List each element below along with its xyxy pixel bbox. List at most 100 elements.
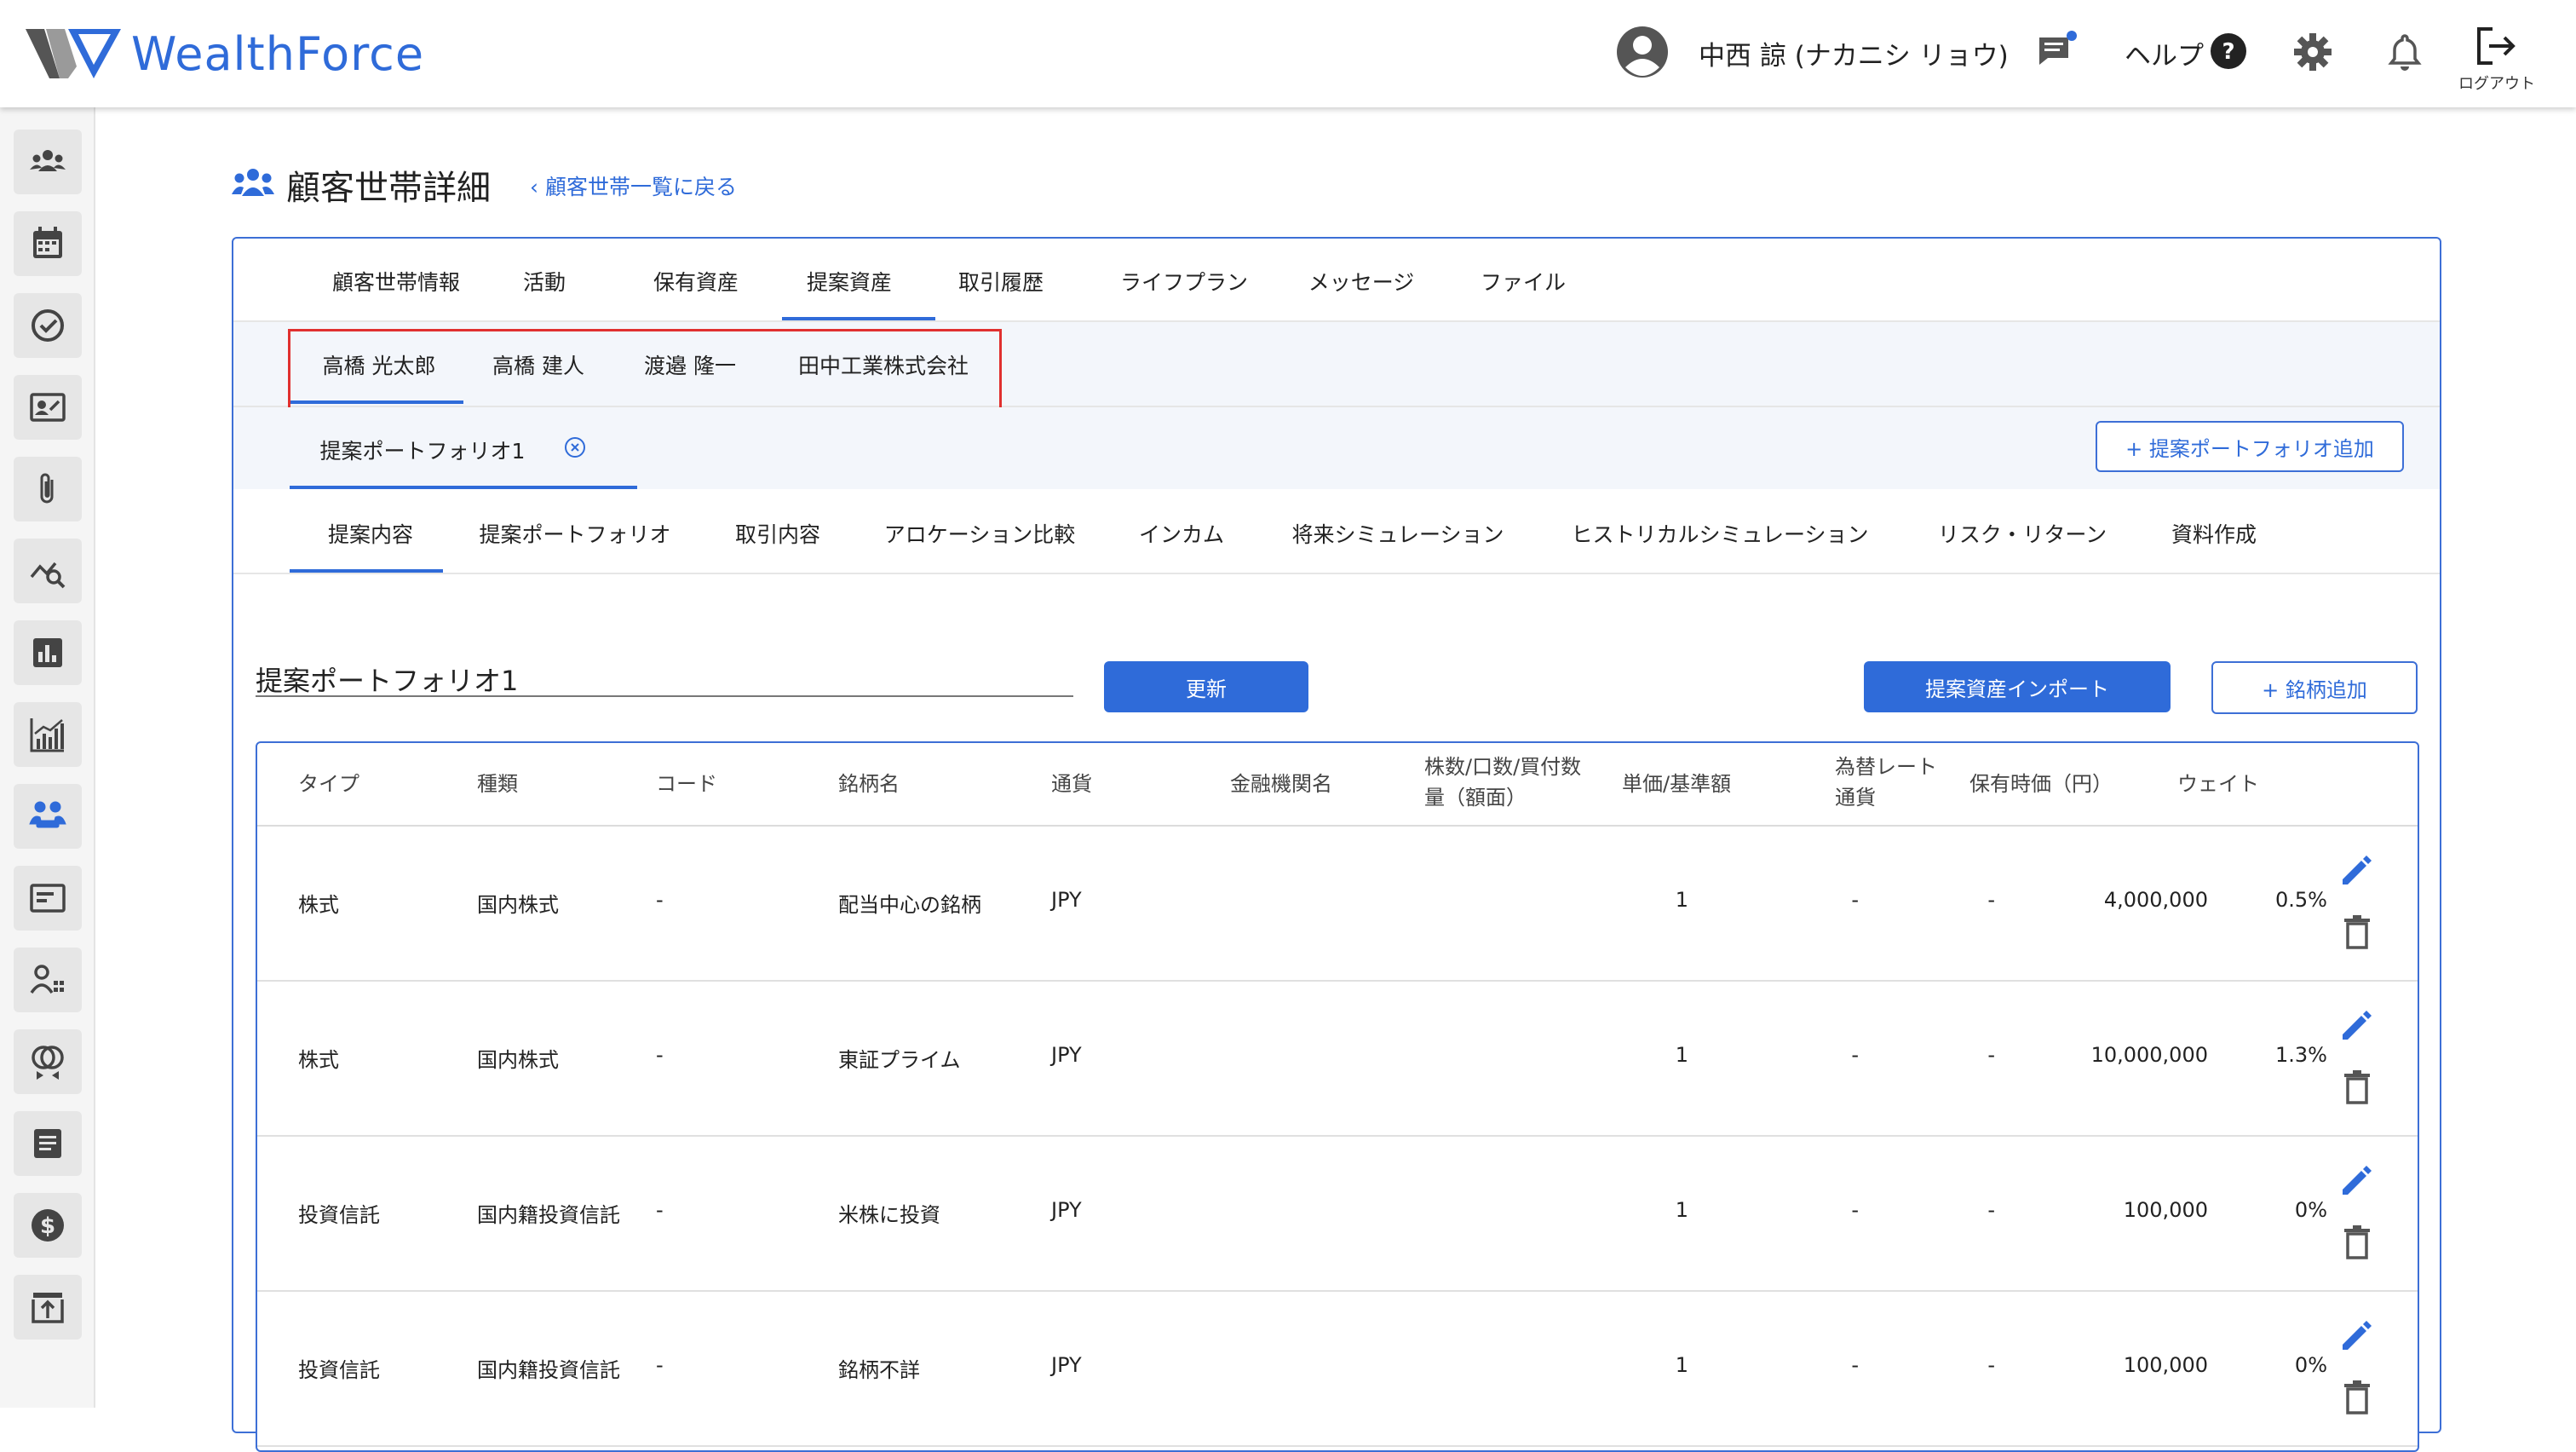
- tab-proposed-assets[interactable]: 提案資産: [802, 266, 896, 297]
- help-label[interactable]: ヘルプ: [2125, 34, 2204, 72]
- trash-icon[interactable]: [2341, 1224, 2373, 1261]
- portfolio-name-input[interactable]: 提案ポートフォリオ1: [256, 660, 1073, 697]
- main-tab-bar: 顧客世帯情報 活動 保有資産 提案資産 取引履歴 ライフプラン メッセージ ファ…: [233, 239, 2440, 322]
- household-detail-card: 顧客世帯情報 活動 保有資産 提案資産 取引履歴 ライフプラン メッセージ ファ…: [232, 237, 2441, 1452]
- sidebar-item-calendar[interactable]: [14, 211, 82, 276]
- sidebar-item-billing[interactable]: $: [14, 1193, 82, 1258]
- calendar-icon: [33, 227, 62, 258]
- sidebar-item-analysis[interactable]: [14, 539, 82, 603]
- chat-icon[interactable]: [2036, 31, 2079, 73]
- tab-files[interactable]: ファイル: [1475, 266, 1571, 297]
- help-icon[interactable]: ?: [2210, 32, 2247, 70]
- add-portfolio-button[interactable]: + 提案ポートフォリオ追加: [2096, 421, 2404, 472]
- cell-code: -: [656, 1043, 664, 1067]
- tab-future-simulation[interactable]: 将来シミュレーション: [1283, 518, 1513, 549]
- svg-text:$: $: [40, 1213, 55, 1239]
- logout-label[interactable]: ログアウト: [2458, 72, 2535, 94]
- sidebar-item-performance[interactable]: [14, 702, 82, 767]
- import-proposed-assets-button[interactable]: 提案資産インポート: [1864, 661, 2171, 712]
- back-to-list-link[interactable]: ‹ 顧客世帯一覧に戻る: [530, 170, 737, 201]
- sidebar-item-customers[interactable]: [14, 130, 82, 194]
- edit-icon[interactable]: [2337, 1317, 2375, 1355]
- trash-icon[interactable]: [2341, 1069, 2373, 1106]
- logout-icon[interactable]: [2474, 26, 2518, 66]
- col-name: 銘柄名: [838, 772, 900, 796]
- check-circle-icon: [32, 309, 64, 342]
- tab-risk-return[interactable]: リスク・リターン: [1929, 518, 2116, 549]
- edit-icon[interactable]: [2337, 1162, 2375, 1200]
- sidebar-item-reports[interactable]: [14, 620, 82, 685]
- trash-icon[interactable]: [2341, 913, 2373, 951]
- gear-icon[interactable]: [2291, 31, 2334, 73]
- cell-weight: 0%: [2294, 1353, 2327, 1377]
- household-icon: [29, 801, 66, 828]
- table-row: 投資信託 国内籍投資信託 - 米株に投資 JPY 1 - - 100,000 0…: [257, 1137, 2418, 1292]
- sidebar-item-users[interactable]: [14, 948, 82, 1012]
- tab-holdings[interactable]: 保有資産: [649, 266, 743, 297]
- upload-icon: [32, 1293, 64, 1323]
- cell-value: 100,000: [2123, 1198, 2208, 1222]
- edit-icon[interactable]: [2337, 1007, 2375, 1045]
- cell-value: 10,000,000: [2090, 1043, 2208, 1067]
- trash-icon[interactable]: [2341, 1379, 2373, 1416]
- user-avatar-icon[interactable]: [1615, 25, 1670, 79]
- tab-messages[interactable]: メッセージ: [1303, 266, 1419, 297]
- tab-portfolio-1[interactable]: 提案ポートフォリオ1: [315, 435, 530, 465]
- cell-weight: 0%: [2294, 1198, 2327, 1222]
- user-name[interactable]: 中西 諒 (ナカニシ リョウ): [1699, 34, 2009, 72]
- cell-kind: 国内籍投資信託: [477, 1358, 620, 1382]
- tab-proposal-portfolio[interactable]: 提案ポートフォリオ: [469, 518, 681, 549]
- cell-fx: -: [1987, 1043, 1995, 1067]
- cell-currency: JPY: [1051, 1353, 1082, 1377]
- sidebar-item-tasks[interactable]: [14, 293, 82, 358]
- document-icon: [34, 1129, 61, 1158]
- bell-icon[interactable]: [2383, 31, 2426, 73]
- sidebar-item-relations[interactable]: [14, 1029, 82, 1094]
- sidebar-item-upload[interactable]: [14, 1275, 82, 1340]
- add-stock-button[interactable]: + 銘柄追加: [2211, 661, 2418, 714]
- cell-name: 銘柄不詳: [838, 1358, 920, 1382]
- cell-name: 米株に投資: [838, 1203, 940, 1227]
- cell-type: 株式: [298, 1048, 339, 1072]
- cell-code: -: [656, 888, 664, 912]
- people-group-icon: [30, 150, 66, 171]
- tab-materials[interactable]: 資料作成: [2164, 518, 2264, 549]
- col-quantity: 株数/口数/買付数量（額面）: [1424, 755, 1582, 810]
- cell-kind: 国内籍投資信託: [477, 1203, 620, 1227]
- tab-transactions[interactable]: 取引履歴: [954, 266, 1048, 297]
- edit-icon[interactable]: [2337, 852, 2375, 890]
- col-institution: 金融機関名: [1230, 772, 1332, 796]
- cell-quantity: 1: [1675, 1198, 1688, 1222]
- col-currency: 通貨: [1051, 772, 1092, 796]
- sidebar-item-portal[interactable]: [14, 866, 82, 931]
- sidebar-item-documents[interactable]: [14, 1111, 82, 1176]
- col-code: コード: [656, 772, 717, 796]
- bar-report-icon: [33, 638, 62, 667]
- tab-trade-content[interactable]: 取引内容: [731, 518, 825, 549]
- dollar-icon: $: [32, 1209, 64, 1242]
- cell-fx: -: [1987, 888, 1995, 912]
- cell-type: 株式: [298, 893, 339, 917]
- cell-unit-price: -: [1851, 1198, 1859, 1222]
- tab-income[interactable]: インカム: [1135, 518, 1228, 549]
- tab-household-info[interactable]: 顧客世帯情報: [315, 266, 477, 297]
- sidebar-item-contacts[interactable]: [14, 375, 82, 440]
- web-page-icon: [30, 884, 66, 913]
- logo-text: WealthForce: [131, 26, 425, 81]
- sidebar-item-households[interactable]: [14, 784, 82, 849]
- app-logo[interactable]: WealthForce: [26, 24, 424, 84]
- rings-icon: [32, 1046, 64, 1080]
- tab-historical-simulation[interactable]: ヒストリカルシミュレーション: [1562, 518, 1877, 549]
- tab-lifeplan[interactable]: ライフプラン: [1116, 266, 1252, 297]
- update-button[interactable]: 更新: [1104, 661, 1308, 712]
- tab-allocation-compare[interactable]: アロケーション比較: [877, 518, 1082, 549]
- sidebar-item-attachments[interactable]: [14, 457, 82, 521]
- col-weight: ウェイト: [2177, 772, 2259, 796]
- close-circle-icon[interactable]: [564, 436, 586, 458]
- household-title-icon: [232, 169, 274, 196]
- cell-code: -: [656, 1353, 664, 1377]
- tab-activity[interactable]: 活動: [515, 266, 574, 297]
- table-row: 株式 国内株式 - 配当中心の銘柄 JPY 1 - - 4,000,000 0.…: [257, 827, 2418, 982]
- tab-proposal-content[interactable]: 提案内容: [315, 518, 426, 549]
- col-unit-price: 単価/基準額: [1622, 772, 1732, 796]
